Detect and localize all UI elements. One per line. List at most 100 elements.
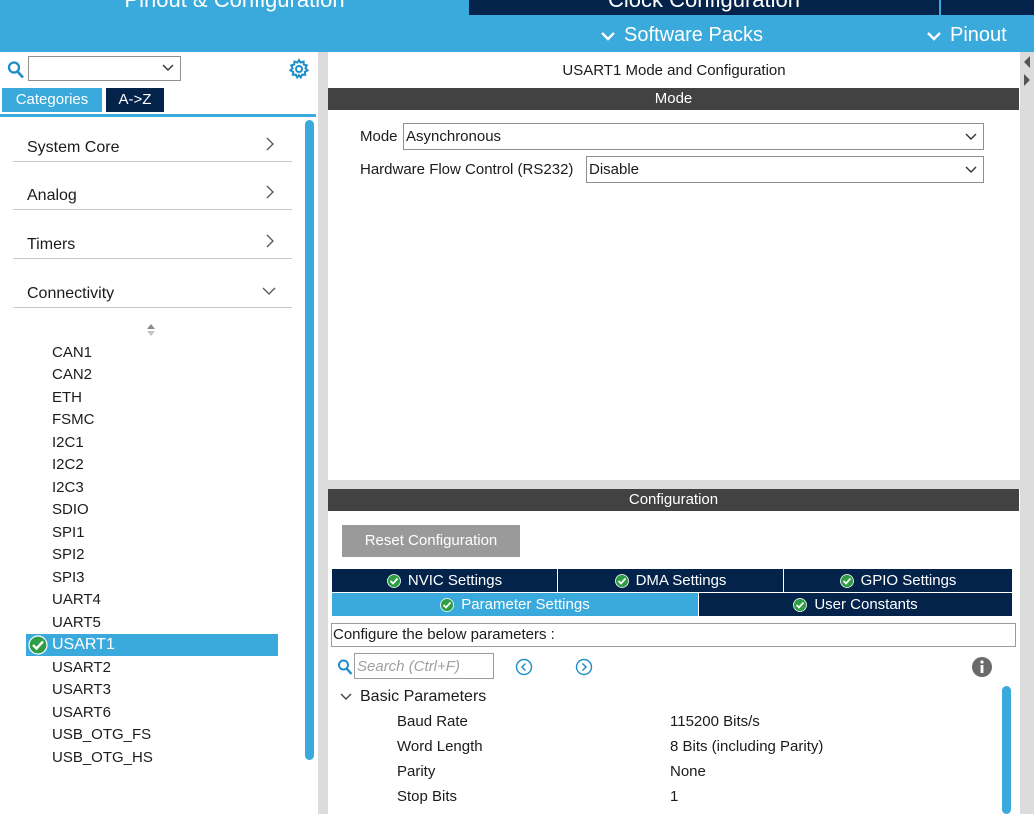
category-connectivity[interactable]: Connectivity	[13, 260, 292, 308]
sidebar-scrollbar-thumb[interactable]	[305, 120, 314, 760]
parameter-search-field[interactable]	[354, 653, 494, 679]
tab-nvic-settings[interactable]: NVIC Settings	[332, 569, 557, 592]
peripheral-uart5[interactable]: UART5	[52, 613, 101, 633]
tab-label: GPIO Settings	[860, 572, 957, 589]
peripheral-can1[interactable]: CAN1	[52, 343, 92, 363]
category-label: Timers	[27, 236, 76, 253]
pinout-menu[interactable]: Pinout	[926, 24, 1007, 47]
tab-categories[interactable]: Categories	[2, 88, 102, 112]
tab-dma-settings[interactable]: DMA Settings	[558, 569, 783, 592]
param-value-parity[interactable]: None	[670, 762, 706, 782]
category-label: System Core	[27, 139, 120, 156]
chevron-down-icon	[965, 166, 977, 173]
peripheral-usb-otg-fs[interactable]: USB_OTG_FS	[52, 725, 151, 745]
sort-icon[interactable]	[145, 322, 157, 338]
tab-label: User Constants	[814, 596, 918, 613]
tab-parameter-settings[interactable]: Parameter Settings	[332, 593, 698, 616]
chevron-down-icon	[965, 133, 977, 140]
chevron-right-icon	[266, 185, 274, 199]
peripheral-spi1[interactable]: SPI1	[52, 523, 85, 543]
category-label: Connectivity	[27, 285, 115, 302]
tab-label: DMA Settings	[635, 572, 727, 589]
chevron-right-icon	[266, 234, 274, 248]
parameters-scrollbar-thumb[interactable]	[1002, 686, 1011, 814]
peripheral-eth[interactable]: ETH	[52, 388, 82, 408]
peripheral-spi2[interactable]: SPI2	[52, 545, 85, 565]
peripheral-label: USART1	[52, 636, 115, 653]
tab-project-manager[interactable]	[941, 0, 1034, 15]
category-label: Analog	[27, 187, 77, 204]
reset-configuration-button[interactable]: Reset Configuration	[342, 525, 520, 557]
tab-label: NVIC Settings	[407, 572, 503, 589]
category-timers[interactable]: Timers	[13, 211, 292, 259]
next-result-icon[interactable]	[575, 658, 593, 676]
search-icon[interactable]	[337, 658, 353, 676]
peripheral-search-combo[interactable]	[28, 56, 181, 81]
tab-label: Parameter Settings	[461, 596, 590, 613]
param-value-stop-bits[interactable]: 1	[670, 787, 678, 807]
tab-pinout-configuration[interactable]: Pinout & Configuration	[0, 0, 469, 15]
check-circle-icon	[386, 573, 401, 588]
software-packs-menu[interactable]: Software Packs	[600, 24, 763, 47]
peripheral-i2c1[interactable]: I2C1	[52, 433, 84, 453]
chevron-down-icon[interactable]	[339, 690, 353, 704]
category-analog[interactable]: Analog	[13, 162, 292, 210]
chevron-down-icon	[162, 64, 174, 71]
peripheral-can2[interactable]: CAN2	[52, 365, 92, 385]
tab-a-to-z[interactable]: A->Z	[106, 88, 164, 112]
software-packs-label: Software Packs	[624, 24, 763, 46]
peripheral-sdio[interactable]: SDIO	[52, 500, 89, 520]
previous-result-icon[interactable]	[515, 658, 533, 676]
configuration-section-header: Configuration	[328, 489, 1019, 511]
configure-instructions: Configure the below parameters :	[331, 623, 1016, 647]
mode-select[interactable]: Asynchronous	[403, 123, 984, 150]
section-splitter[interactable]	[328, 480, 1020, 489]
top-navigation-bar: Pinout & Configuration Clock Configurati…	[0, 0, 1034, 52]
param-value-word-length[interactable]: 8 Bits (including Parity)	[670, 737, 823, 757]
check-circle-icon	[440, 597, 455, 612]
chevron-right-icon	[266, 137, 274, 151]
check-circle-icon	[28, 635, 48, 655]
mode-select-value: Asynchronous	[406, 128, 502, 145]
peripheral-usart6[interactable]: USART6	[52, 703, 111, 723]
param-name-stop-bits: Stop Bits	[397, 788, 458, 805]
check-circle-icon	[793, 597, 808, 612]
mode-section-header: Mode	[328, 88, 1019, 110]
peripheral-usart3[interactable]: USART3	[52, 680, 111, 700]
peripheral-usb-otg-hs[interactable]: USB_OTG_HS	[52, 748, 153, 768]
flow-control-value: Disable	[589, 161, 640, 178]
search-icon[interactable]	[7, 60, 25, 80]
param-name-baud-rate: Baud Rate	[397, 713, 468, 730]
panel-splitter[interactable]	[318, 52, 328, 814]
category-system-core[interactable]: System Core	[13, 114, 292, 162]
page-title: USART1 Mode and Configuration	[562, 62, 786, 79]
peripheral-spi3[interactable]: SPI3	[52, 568, 85, 588]
collapse-arrows-icon[interactable]	[1022, 54, 1032, 90]
info-icon[interactable]	[971, 656, 993, 678]
flow-control-select[interactable]: Disable	[586, 156, 984, 183]
basic-parameters-group[interactable]: Basic Parameters	[360, 687, 486, 707]
parameter-search-input[interactable]	[356, 655, 492, 677]
mode-label: Mode	[360, 128, 398, 145]
peripheral-usart2[interactable]: USART2	[52, 658, 111, 678]
tab-gpio-settings[interactable]: GPIO Settings	[784, 569, 1012, 592]
flow-control-label: Hardware Flow Control (RS232)	[360, 161, 574, 178]
check-circle-icon	[839, 573, 854, 588]
gear-icon[interactable]	[288, 58, 310, 80]
chevron-down-icon	[262, 287, 276, 295]
pinout-menu-label: Pinout	[950, 24, 1007, 46]
tab-user-constants[interactable]: User Constants	[699, 593, 1012, 616]
peripheral-fsmc[interactable]: FSMC	[52, 410, 95, 430]
check-circle-icon	[614, 573, 629, 588]
chevron-down-icon	[601, 31, 615, 41]
peripheral-i2c3[interactable]: I2C3	[52, 478, 84, 498]
param-name-parity: Parity	[397, 763, 436, 780]
chevron-down-icon	[927, 31, 941, 41]
peripheral-i2c2[interactable]: I2C2	[52, 455, 84, 475]
right-edge-panel	[1020, 52, 1034, 814]
param-value-baud-rate[interactable]: 115200 Bits/s	[670, 712, 760, 732]
tab-clock-configuration[interactable]: Clock Configuration	[469, 0, 939, 15]
param-name-word-length: Word Length	[397, 738, 483, 755]
peripheral-uart4[interactable]: UART4	[52, 590, 101, 610]
peripheral-usart1-selected[interactable]: USART1	[26, 634, 278, 656]
